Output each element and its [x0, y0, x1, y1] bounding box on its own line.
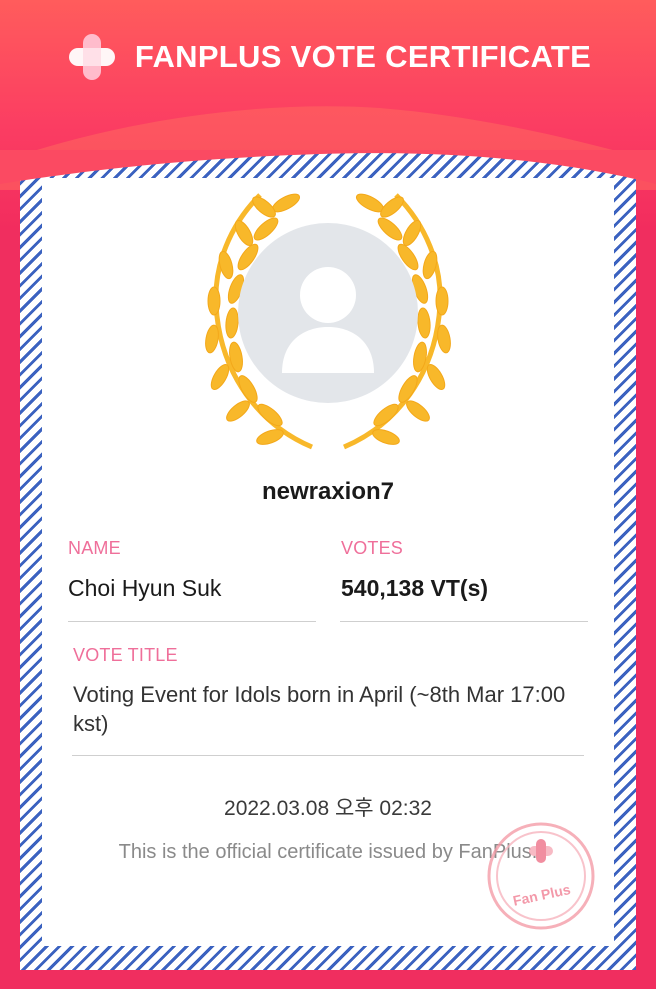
vote-title-value: Voting Event for Idols born in April (~8… — [73, 682, 566, 736]
certificate-header: FANPLUS VOTE CERTIFICATE — [0, 22, 656, 92]
votes-label: VOTES — [341, 538, 404, 558]
name-divider — [68, 621, 316, 622]
name-value: Choi Hyun Suk — [68, 575, 222, 601]
vote-title-divider — [72, 755, 584, 756]
vote-title-label: VOTE TITLE — [73, 645, 178, 665]
avatar-with-laurel — [190, 185, 466, 455]
fanplus-logo-icon — [68, 34, 115, 80]
card-top-curve — [0, 150, 656, 184]
fanplus-stamp-icon: Fan Plus — [487, 822, 595, 930]
votes-divider — [340, 621, 588, 622]
votes-value: 540,138 VT(s) — [341, 575, 489, 601]
stamp-text: Fan Plus — [511, 881, 572, 909]
username: newraxion7 — [261, 478, 395, 505]
default-user-avatar-icon — [238, 223, 418, 403]
issue-datetime: 2022.03.08 오후 02:32 — [224, 797, 432, 820]
name-label: NAME — [68, 538, 121, 558]
certificate-title: FANPLUS VOTE CERTIFICATE — [134, 39, 592, 74]
